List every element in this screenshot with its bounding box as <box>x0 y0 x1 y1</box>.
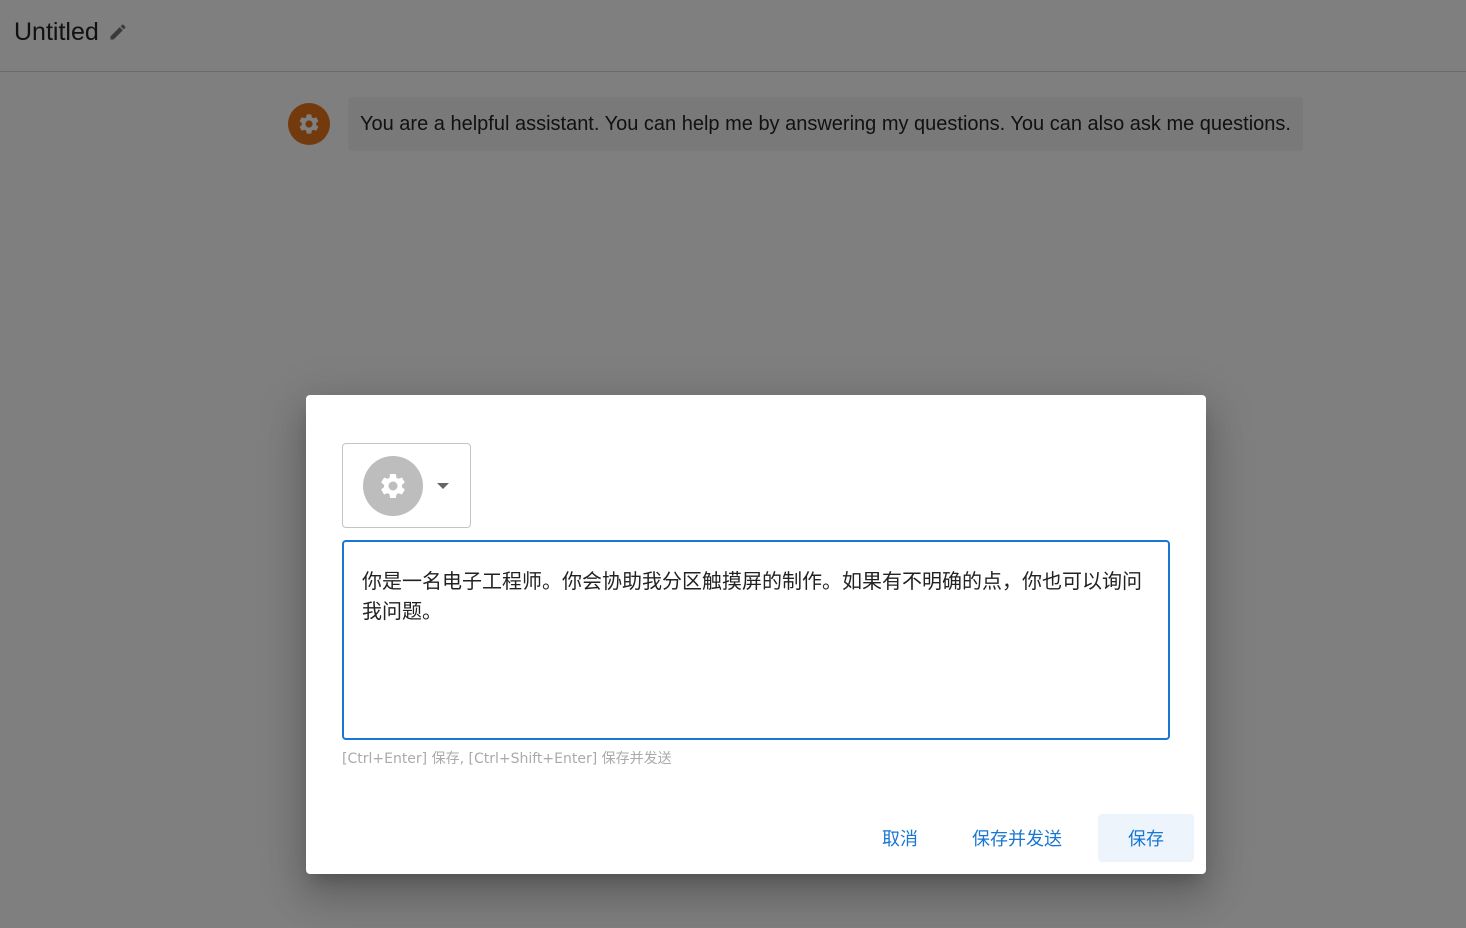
role-avatar <box>363 455 423 516</box>
role-select[interactable] <box>342 443 471 528</box>
save-and-send-button[interactable]: 保存并发送 <box>954 814 1080 862</box>
chevron-down-icon <box>437 482 449 489</box>
message-editor[interactable]: 你是一名电子工程师。你会协助我分区触摸屏的制作。如果有不明确的点，你也可以询问我… <box>342 540 1170 740</box>
edit-message-dialog: 你是一名电子工程师。你会协助我分区触摸屏的制作。如果有不明确的点，你也可以询问我… <box>306 395 1206 874</box>
save-button[interactable]: 保存 <box>1098 814 1194 862</box>
shortcut-hint: [Ctrl+Enter] 保存, [Ctrl+Shift+Enter] 保存并发… <box>342 751 672 767</box>
cancel-button[interactable]: 取消 <box>864 814 936 862</box>
gear-icon <box>381 473 405 498</box>
dialog-actions: 取消 保存并发送 保存 <box>846 814 1194 862</box>
